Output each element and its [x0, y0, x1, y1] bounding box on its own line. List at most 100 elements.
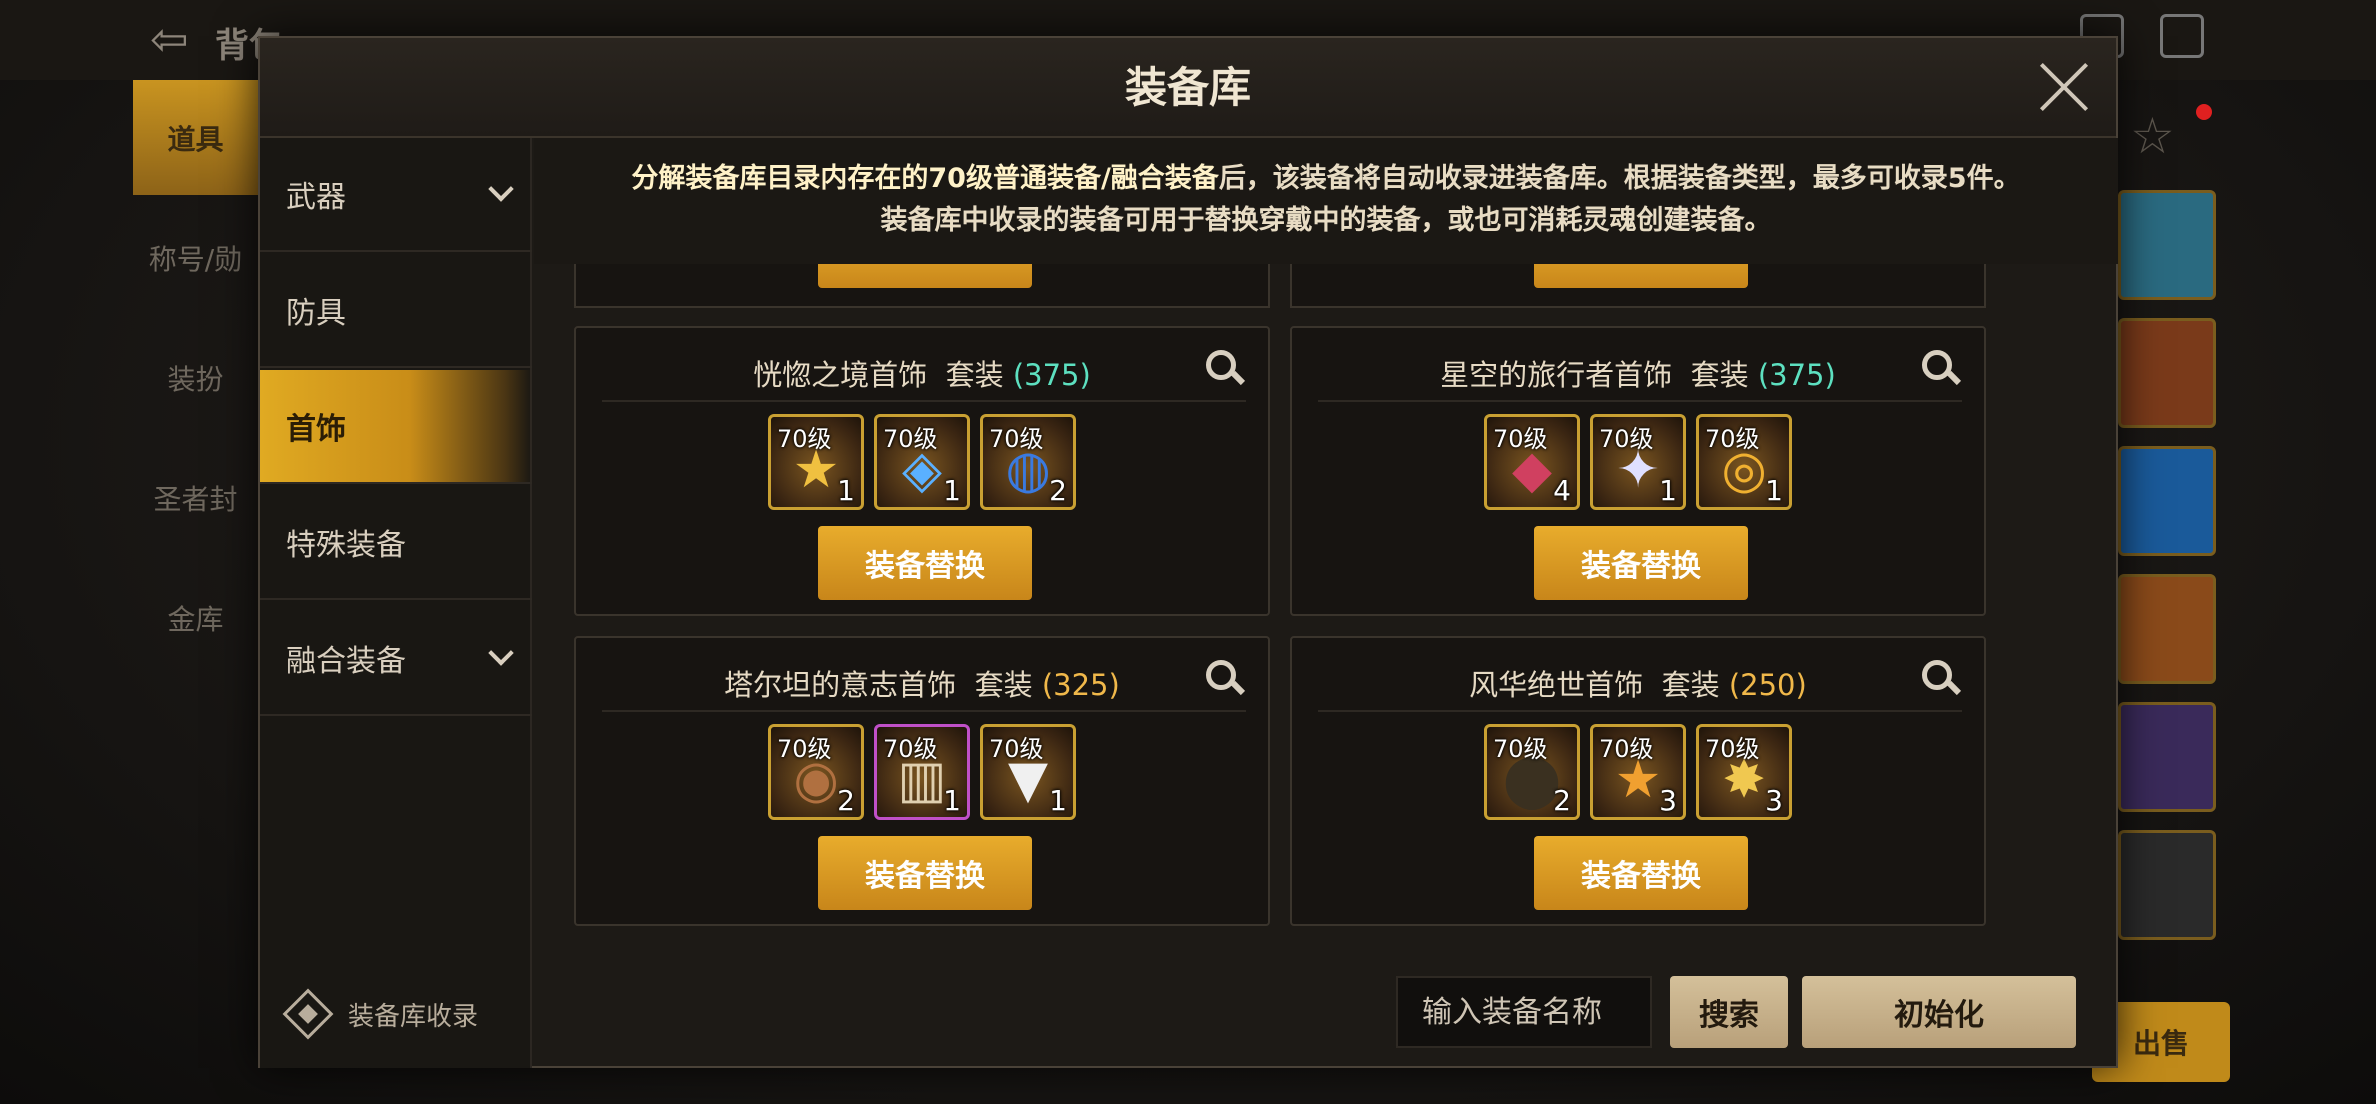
equipment-slot[interactable]: ◆ 70级 4 — [1484, 414, 1580, 510]
item-level: 70级 — [777, 425, 832, 453]
set-card: 风华绝世首饰 套装 (250) ⬤ 70级 2 ★ 70级 3 ✸ 70级 3 … — [1290, 636, 1986, 926]
set-name: 塔尔坦的意志首饰 — [724, 668, 957, 702]
set-title: 星空的旅行者首饰 套装 (375) — [1292, 352, 1984, 394]
set-card-partial — [574, 264, 1270, 308]
set-name: 恍惚之境首饰 — [753, 358, 928, 392]
set-count: (375) — [1757, 358, 1836, 392]
item-quantity: 1 — [943, 474, 961, 507]
sidebar-item-accessory[interactable]: 首饰 — [260, 370, 532, 484]
item-quantity: 3 — [1765, 784, 1783, 817]
item-quantity: 1 — [1659, 474, 1677, 507]
swap-button-partial[interactable] — [1534, 264, 1748, 288]
equipment-slot[interactable]: ⬤ 70级 2 — [1484, 724, 1580, 820]
item-level: 70级 — [1599, 425, 1654, 453]
equipment-slot[interactable]: ◈ 70级 1 — [874, 414, 970, 510]
item-level: 70级 — [777, 735, 832, 763]
category-sidebar: 武器 防具 首饰 特殊装备 融合装备 装备库收录 — [260, 138, 532, 1068]
item-level: 70级 — [989, 735, 1044, 763]
set-list[interactable]: 恍惚之境首饰 套装 (375) ★ 70级 1 ◈ 70级 1 ◍ 70级 2 … — [534, 264, 2118, 954]
divider — [602, 400, 1246, 402]
swap-button-partial[interactable] — [818, 264, 1032, 288]
set-title: 塔尔坦的意志首饰 套装 (325) — [576, 662, 1268, 704]
inventory-slot[interactable] — [2118, 574, 2216, 684]
sidebar-item-armor[interactable]: 防具 — [260, 254, 532, 368]
divider — [1318, 400, 1962, 402]
equipment-swap-button[interactable]: 装备替换 — [1534, 836, 1748, 910]
vault-content: 分解装备库目录内存在的70级普通装备/融合装备后，该装备将自动收录进装备库。根据… — [534, 138, 2118, 1068]
item-level: 70级 — [883, 425, 938, 453]
magnifier-icon[interactable] — [1922, 660, 1962, 700]
vault-collection-link[interactable]: 装备库收录 — [282, 984, 478, 1044]
equipment-slot[interactable]: ◉ 70级 2 — [768, 724, 864, 820]
set-count: (325) — [1041, 668, 1120, 702]
equipment-slot[interactable]: ★ 70级 1 — [768, 414, 864, 510]
item-level: 70级 — [883, 735, 938, 763]
item-quantity: 4 — [1553, 474, 1571, 507]
reset-button[interactable]: 初始化 — [1802, 976, 2076, 1048]
equipment-search-input[interactable] — [1396, 976, 1652, 1048]
tab-costume[interactable]: 装扮 — [133, 320, 258, 435]
equipment-slot[interactable]: ▥ 70级 1 — [874, 724, 970, 820]
sidebar-item-label: 防具 — [286, 296, 346, 331]
tab-vault[interactable]: 金库 — [133, 560, 258, 675]
inventory-slot[interactable] — [2118, 318, 2216, 428]
item-row: ★ 70级 1 ◈ 70级 1 ◍ 70级 2 — [576, 414, 1268, 510]
sidebar-item-weapon[interactable]: 武器 — [260, 138, 532, 252]
tab-saint[interactable]: 圣者封 — [133, 440, 258, 555]
back-arrow-icon[interactable]: ⇦ — [150, 14, 200, 64]
chevron-down-icon — [488, 176, 514, 202]
collection-label: 装备库收录 — [348, 1001, 479, 1032]
menu-icon[interactable] — [2160, 14, 2204, 58]
inventory-slot[interactable] — [2118, 702, 2216, 812]
search-button[interactable]: 搜索 — [1670, 976, 1788, 1048]
equipment-slot[interactable]: ★ 70级 3 — [1590, 724, 1686, 820]
equipment-swap-button[interactable]: 装备替换 — [818, 836, 1032, 910]
set-card: 塔尔坦的意志首饰 套装 (325) ◉ 70级 2 ▥ 70级 1 ▼ 70级 … — [574, 636, 1270, 926]
set-title: 恍惚之境首饰 套装 (375) — [576, 352, 1268, 394]
notice-line1: 后，该装备将自动收录进装备库。根据装备类型，最多可收录5件。 — [1218, 163, 2021, 194]
set-card-partial — [1290, 264, 1986, 308]
divider — [1318, 710, 1962, 712]
notice-line2: 装备库中收录的装备可用于替换穿戴中的装备，或也可消耗灵魂创建装备。 — [880, 205, 1772, 236]
tab-items[interactable]: 道具 — [133, 80, 258, 195]
item-quantity: 2 — [837, 784, 855, 817]
close-icon[interactable] — [2036, 60, 2092, 116]
set-card: 恍惚之境首饰 套装 (375) ★ 70级 1 ◈ 70级 1 ◍ 70级 2 … — [574, 326, 1270, 616]
set-count: (250) — [1728, 668, 1807, 702]
set-label: 套装 — [1690, 358, 1749, 392]
equipment-slot[interactable]: ◎ 70级 1 — [1696, 414, 1792, 510]
inventory-slot[interactable] — [2118, 446, 2216, 556]
magnifier-icon[interactable] — [1206, 350, 1246, 390]
tab-titles[interactable]: 称号/勋 — [133, 200, 258, 315]
item-level: 70级 — [1493, 735, 1548, 763]
equipment-slot[interactable]: ✸ 70级 3 — [1696, 724, 1792, 820]
equipment-slot[interactable]: ✦ 70级 1 — [1590, 414, 1686, 510]
magnifier-icon[interactable] — [1922, 350, 1962, 390]
item-quantity: 1 — [1765, 474, 1783, 507]
item-quantity: 2 — [1553, 784, 1571, 817]
inventory-slot[interactable] — [2118, 190, 2216, 300]
modal-header: 装备库 — [260, 38, 2116, 138]
equipment-vault-modal: 装备库 武器 防具 首饰 特殊装备 融合装备 装备库收录 分解装备库目录内存在的… — [258, 36, 2118, 1068]
equipment-slot[interactable]: ▼ 70级 1 — [980, 724, 1076, 820]
inventory-grid — [2110, 190, 2220, 950]
equipment-swap-button[interactable]: 装备替换 — [1534, 526, 1748, 600]
set-label: 套装 — [974, 668, 1033, 702]
item-level: 70级 — [1705, 425, 1760, 453]
favorite-star-icon[interactable]: ☆ — [2130, 108, 2186, 164]
item-quantity: 2 — [1049, 474, 1067, 507]
equipment-swap-button[interactable]: 装备替换 — [818, 526, 1032, 600]
notification-dot — [2196, 104, 2212, 120]
sidebar-item-special[interactable]: 特殊装备 — [260, 486, 532, 600]
collection-icon — [282, 988, 334, 1040]
item-quantity: 1 — [943, 784, 961, 817]
equipment-slot[interactable]: ◍ 70级 2 — [980, 414, 1076, 510]
sidebar-item-fusion[interactable]: 融合装备 — [260, 602, 532, 716]
magnifier-icon[interactable] — [1206, 660, 1246, 700]
item-level: 70级 — [989, 425, 1044, 453]
sidebar-item-label: 首饰 — [286, 412, 346, 447]
modal-title: 装备库 — [1124, 63, 1251, 112]
sidebar-item-label: 武器 — [286, 180, 346, 215]
item-row: ◆ 70级 4 ✦ 70级 1 ◎ 70级 1 — [1292, 414, 1984, 510]
inventory-slot[interactable] — [2118, 830, 2216, 940]
